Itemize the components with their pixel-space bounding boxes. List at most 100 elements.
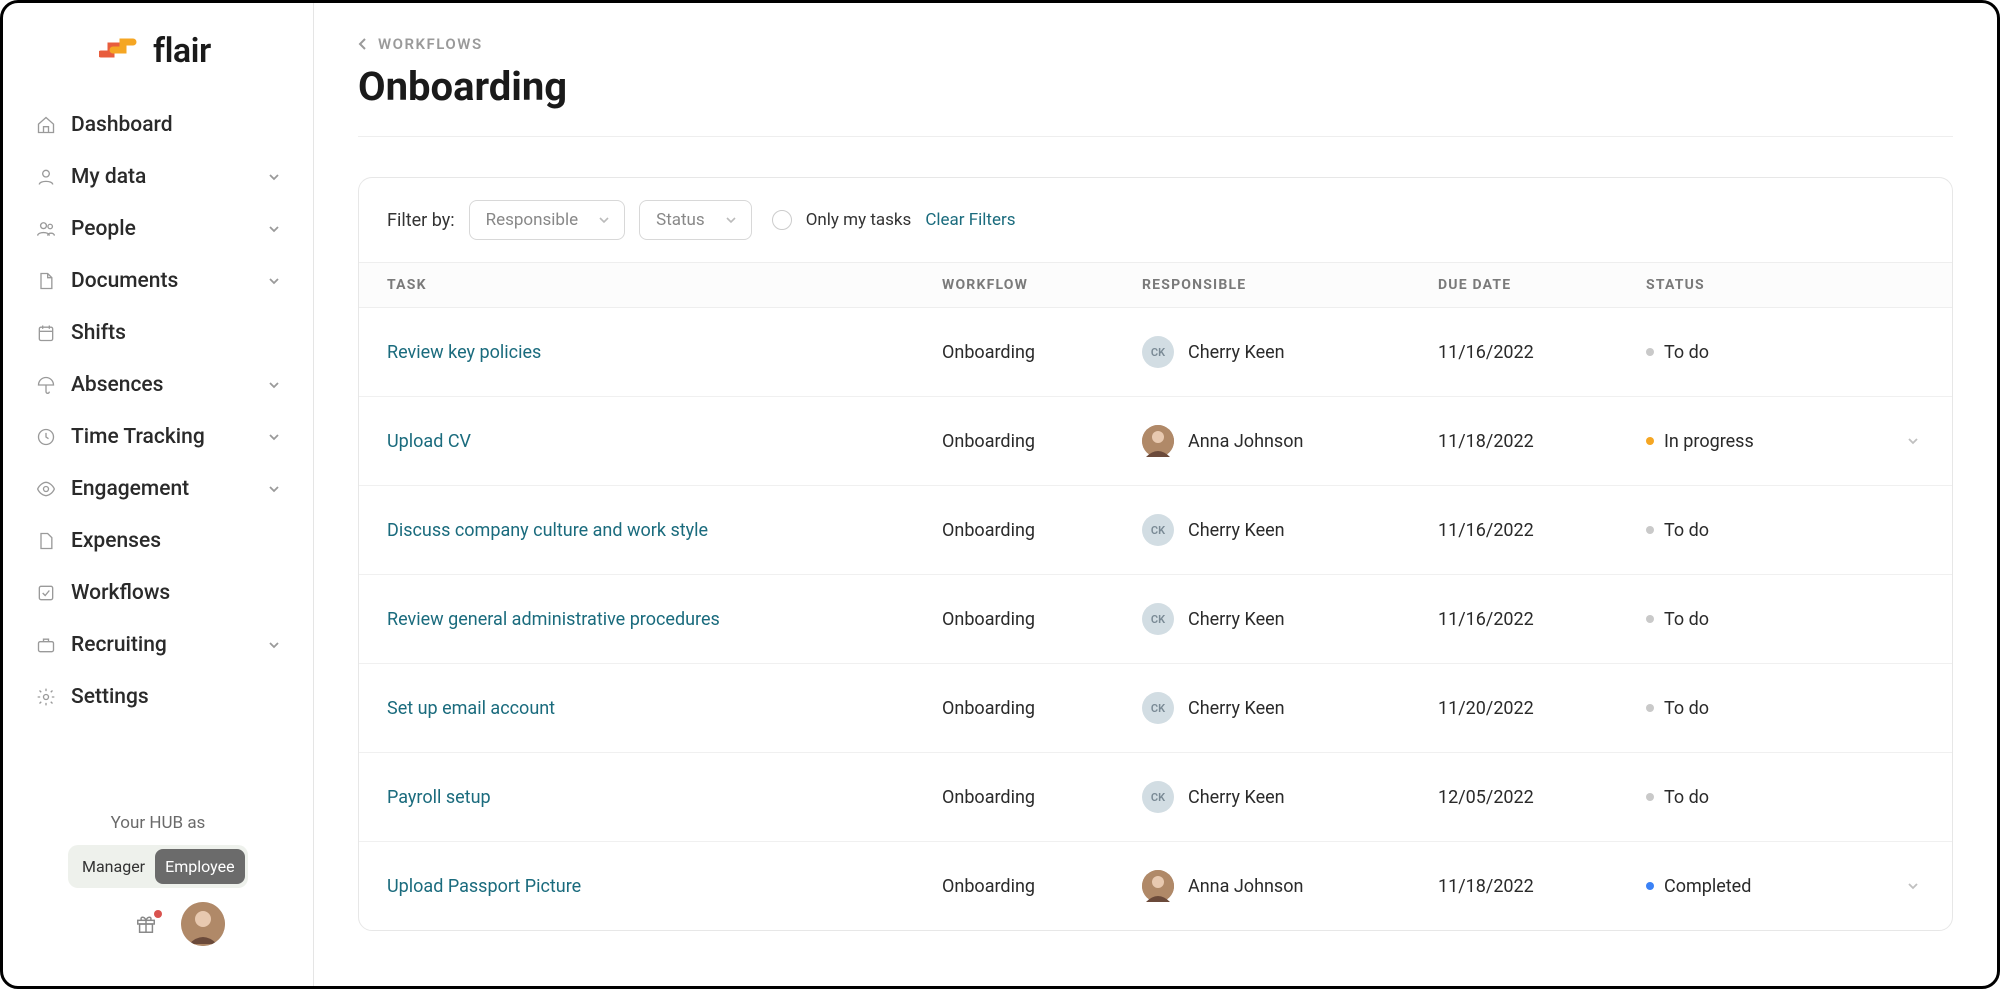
logo-mark-icon (99, 38, 143, 64)
gift-icon[interactable] (135, 913, 157, 935)
only-my-tasks-checkbox[interactable] (772, 210, 792, 230)
responsible-cell: CKCherry Keen (1142, 603, 1438, 635)
workflow-cell: Onboarding (942, 698, 1035, 719)
responsible-name: Cherry Keen (1188, 520, 1285, 541)
task-table: TASK WORKFLOW RESPONSIBLE DUE DATE STATU… (359, 262, 1952, 930)
user-avatar[interactable] (181, 902, 225, 946)
clear-filters-link[interactable]: Clear Filters (925, 210, 1015, 230)
check-square-icon (35, 582, 57, 604)
sidebar-item-label: Absences (71, 373, 253, 397)
status-dot-icon (1646, 882, 1654, 890)
avatar: CK (1142, 514, 1174, 546)
status-cell: To do (1646, 520, 1906, 541)
status-dot-icon (1646, 793, 1654, 801)
toggle-employee[interactable]: Employee (155, 849, 244, 884)
sidebar-item-people[interactable]: People (21, 203, 295, 255)
responsible-name: Cherry Keen (1188, 787, 1285, 808)
col-due: DUE DATE (1438, 277, 1646, 293)
status-cell: To do (1646, 698, 1906, 719)
briefcase-icon (35, 634, 57, 656)
task-link[interactable]: Discuss company culture and work style (387, 520, 708, 541)
sidebar-item-recruiting[interactable]: Recruiting (21, 619, 295, 671)
chevron-down-icon (725, 216, 737, 224)
table-header: TASK WORKFLOW RESPONSIBLE DUE DATE STATU… (359, 262, 1952, 308)
table-row: Review key policies Onboarding CKCherry Ke… (359, 308, 1952, 397)
table-row: Payroll setup Onboarding CK Cherry Keen 12/0… (359, 753, 1952, 842)
calendar-icon (35, 322, 57, 344)
only-my-tasks-label: Only my tasks (806, 210, 912, 230)
status-dot-icon (1646, 348, 1654, 356)
task-link[interactable]: Upload CV (387, 431, 471, 452)
sidebar-item-expenses[interactable]: Expenses (21, 515, 295, 567)
chevron-down-icon[interactable] (1906, 436, 1946, 446)
status-cell: To do (1646, 342, 1906, 363)
status-cell: In progress (1646, 431, 1906, 452)
chevron-down-icon (267, 380, 281, 390)
sidebar-item-label: Workflows (71, 581, 281, 605)
due-date: 12/05/2022 (1438, 787, 1534, 808)
chevron-down-icon (267, 640, 281, 650)
toggle-manager[interactable]: Manager (72, 849, 155, 884)
task-link[interactable]: Set up email account (387, 698, 555, 719)
chevron-left-icon (358, 37, 368, 51)
responsible-name: Anna Johnson (1188, 431, 1303, 452)
task-panel: Filter by: Responsible Status Only my ta… (358, 177, 1953, 931)
chevron-down-icon (267, 432, 281, 442)
due-date: 11/18/2022 (1438, 431, 1534, 452)
col-responsible: RESPONSIBLE (1142, 277, 1438, 293)
sidebar-item-workflows[interactable]: Workflows (21, 567, 295, 619)
filter-bar: Filter by: Responsible Status Only my ta… (359, 178, 1952, 262)
task-link[interactable]: Payroll setup (387, 787, 491, 808)
sidebar-item-my-data[interactable]: My data (21, 151, 295, 203)
chevron-down-icon (598, 216, 610, 224)
sidebar-item-label: People (71, 217, 253, 241)
sidebar-item-label: Expenses (71, 529, 281, 553)
sidebar-item-settings[interactable]: Settings (21, 671, 295, 723)
status-dot-icon (1646, 704, 1654, 712)
sidebar-item-shifts[interactable]: Shifts (21, 307, 295, 359)
sidebar-item-time-tracking[interactable]: Time Tracking (21, 411, 295, 463)
document-icon (35, 270, 57, 292)
chevron-down-icon (267, 276, 281, 286)
task-link[interactable]: Review key policies (387, 342, 541, 363)
status-select[interactable]: Status (639, 200, 752, 240)
notification-dot-icon (154, 910, 162, 918)
responsible-cell: Anna Johnson (1142, 870, 1438, 902)
responsible-name: Anna Johnson (1188, 876, 1303, 897)
responsible-select[interactable]: Responsible (469, 200, 626, 240)
sidebar-item-label: Time Tracking (71, 425, 253, 449)
umbrella-icon (35, 374, 57, 396)
avatar: CK (1142, 781, 1174, 813)
task-link[interactable]: Upload Passport Picture (387, 876, 581, 897)
workflow-cell: Onboarding (942, 876, 1035, 897)
table-row: Upload Passport Picture Onboarding Anna Jo… (359, 842, 1952, 930)
people-icon (35, 218, 57, 240)
due-date: 11/16/2022 (1438, 342, 1534, 363)
sidebar-item-dashboard[interactable]: Dashboard (21, 99, 295, 151)
status-dot-icon (1646, 526, 1654, 534)
task-link[interactable]: Review general administrative procedures (387, 609, 720, 630)
due-date: 11/16/2022 (1438, 520, 1534, 541)
col-status: STATUS (1646, 277, 1906, 293)
status-text: To do (1664, 520, 1709, 541)
breadcrumb[interactable]: WORKFLOWS (358, 35, 1953, 53)
eye-icon (35, 478, 57, 500)
sidebar-item-absences[interactable]: Absences (21, 359, 295, 411)
table-row: Discuss company culture and work styleOn… (359, 486, 1952, 575)
workflow-cell: Onboarding (942, 342, 1035, 363)
sidebar-item-documents[interactable]: Documents (21, 255, 295, 307)
page-title: Onboarding (358, 63, 1953, 137)
user-icon (35, 166, 57, 188)
status-cell: To do (1646, 609, 1906, 630)
chevron-down-icon (267, 484, 281, 494)
due-date: 11/20/2022 (1438, 698, 1534, 719)
logo-text: flair (153, 31, 211, 71)
logo[interactable]: flair (3, 31, 313, 99)
sidebar-item-engagement[interactable]: Engagement (21, 463, 295, 515)
responsible-cell: CKCherry Keen (1142, 336, 1438, 368)
avatar: CK (1142, 692, 1174, 724)
gear-icon (35, 686, 57, 708)
chevron-down-icon[interactable] (1906, 881, 1946, 891)
workflow-cell: Onboarding (942, 787, 1035, 808)
due-date: 11/16/2022 (1438, 609, 1534, 630)
